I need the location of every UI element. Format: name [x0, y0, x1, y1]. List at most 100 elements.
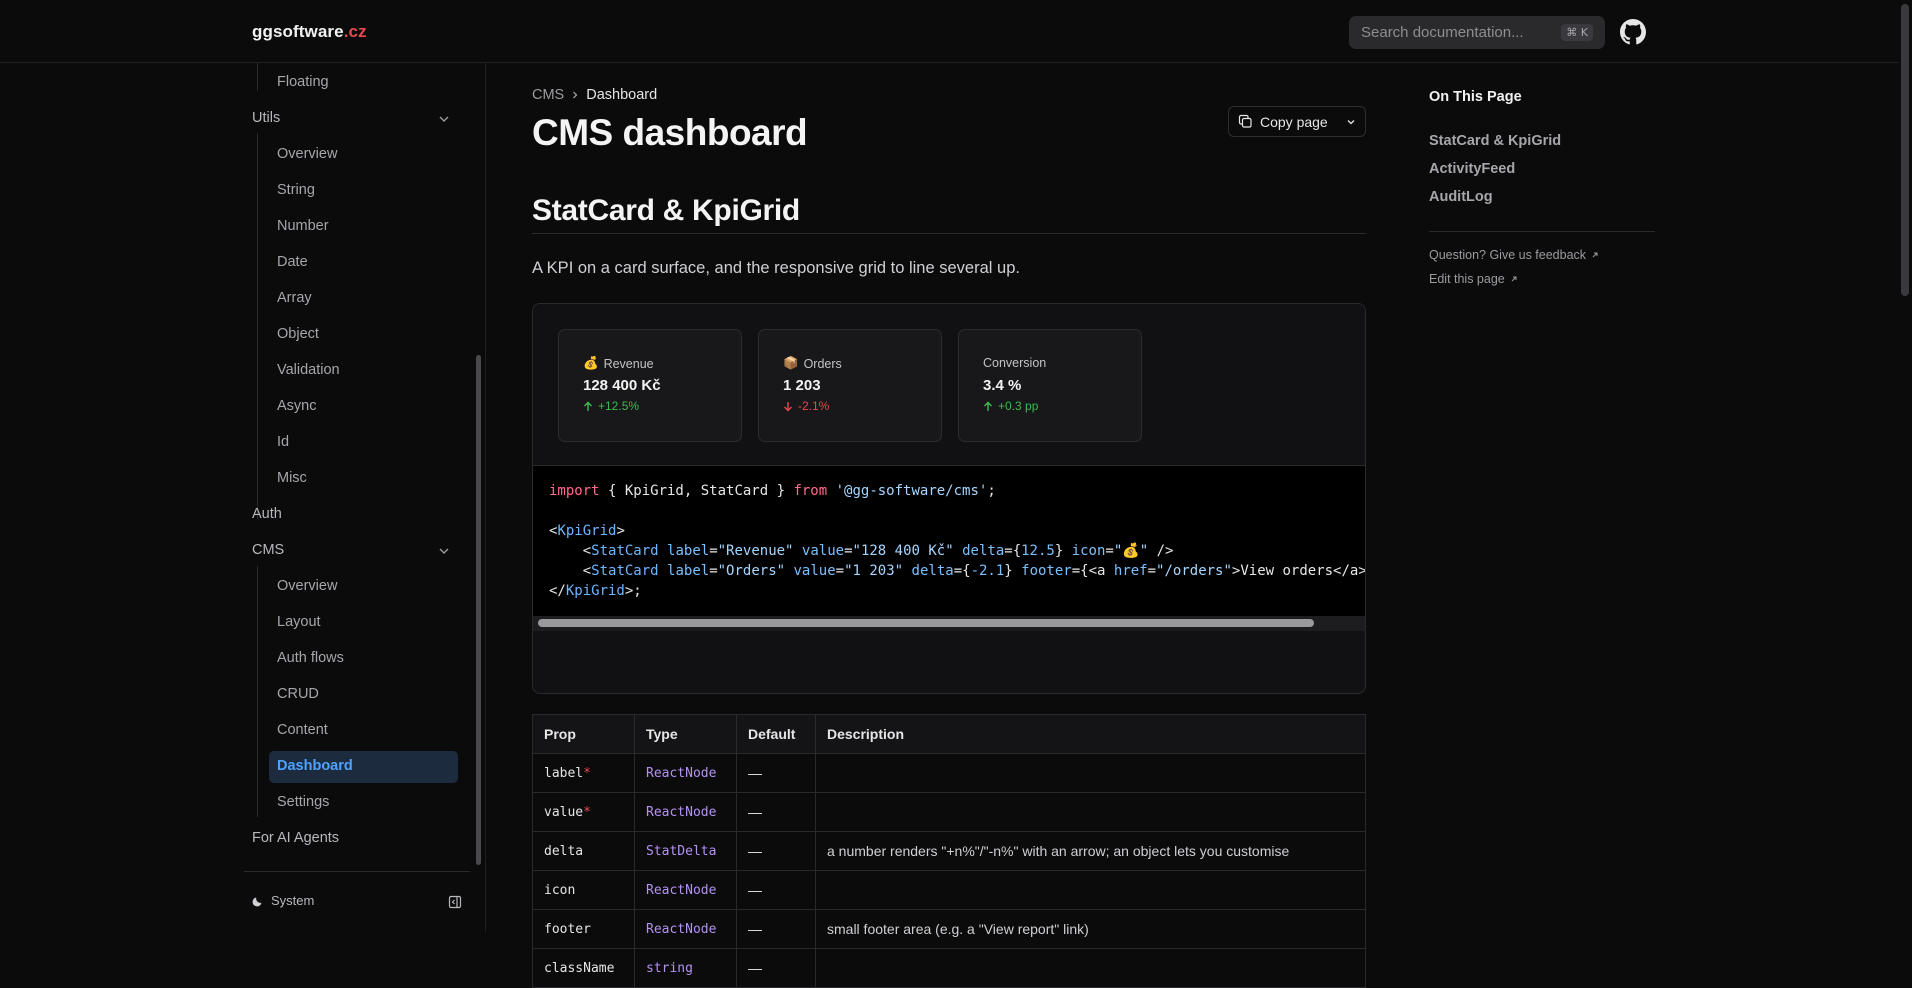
arrow-up-icon	[984, 401, 992, 411]
code-block[interactable]: import { KpiGrid, StatCard } from '@gg-s…	[533, 465, 1365, 631]
code-content: import { KpiGrid, StatCard } from '@gg-s…	[549, 481, 1365, 601]
sidebar-tree-line	[257, 566, 258, 817]
prop-default: —	[736, 870, 816, 910]
page-scrollbar-thumb[interactable]	[1901, 4, 1909, 296]
toc-title: On This Page	[1429, 89, 1522, 105]
arrow-up-icon	[584, 401, 592, 411]
sidebar-item-for-ai-agents[interactable]: For AI Agents	[252, 830, 339, 846]
sidebar-item-layout[interactable]: Layout	[277, 614, 321, 630]
example-block: 💰 Revenue 128 400 Kč +12.5% 📦 Orders 1 203…	[532, 303, 1366, 694]
prop-default: —	[736, 792, 816, 832]
prop-name-text: value	[544, 804, 584, 820]
chevron-down-icon[interactable]	[438, 545, 450, 557]
section-lead: A KPI on a card surface, and the respons…	[532, 259, 1020, 277]
prop-name: label*	[532, 753, 635, 793]
table-header: Prop	[532, 714, 635, 754]
breadcrumb: CMS Dashboard	[532, 87, 657, 103]
site-logo[interactable]: ggsoftware.cz	[252, 22, 367, 42]
sidebar-item-utils[interactable]: Utils	[252, 110, 280, 126]
prop-name-text: label	[544, 765, 584, 781]
toc-link-statcard[interactable]: StatCard & KpiGrid	[1429, 133, 1561, 149]
breadcrumb-parent[interactable]: CMS	[532, 87, 564, 103]
external-link-icon	[1592, 252, 1598, 258]
props-table: Prop Type Default Description label* Rea…	[532, 714, 1366, 988]
stat-card-delta-text: -2.1%	[798, 399, 830, 413]
sidebar-item-content[interactable]: Content	[277, 722, 328, 738]
prop-name: footer	[532, 909, 635, 949]
toc-divider	[1429, 231, 1655, 232]
sidebar-item-cms-overview[interactable]: Overview	[277, 578, 337, 594]
top-bar: ggsoftware.cz Search documentation... ⌘ …	[0, 0, 1912, 63]
sidebar-scrollbar[interactable]	[476, 355, 481, 865]
prop-default: —	[736, 753, 816, 793]
prop-type: string	[634, 948, 737, 988]
sidebar-item-utils-overview[interactable]: Overview	[277, 146, 337, 162]
sidebar-item-floating[interactable]: Floating	[277, 74, 329, 90]
edit-page-link[interactable]: Edit this page	[1429, 272, 1518, 286]
sidebar-footer-divider	[244, 871, 470, 872]
sidebar-item-object[interactable]: Object	[277, 326, 319, 342]
sidebar-item-number[interactable]: Number	[277, 218, 329, 234]
example-preview: 💰 Revenue 128 400 Kč +12.5% 📦 Orders 1 203…	[533, 304, 1365, 465]
code-scrollbar-thumb[interactable]	[538, 619, 1314, 627]
sidebar-nav: Floating Utils Overview String Number Da…	[244, 63, 470, 870]
code-line: <StatCard label="Revenue" value="128 400…	[549, 543, 1174, 559]
toc-link-auditlog[interactable]: AuditLog	[1429, 189, 1493, 205]
sidebar-item-date[interactable]: Date	[277, 254, 308, 270]
chevron-down-icon	[1347, 119, 1355, 124]
feedback-link[interactable]: Question? Give us feedback	[1429, 248, 1599, 262]
stat-card-value: 3.4 %	[983, 377, 1022, 394]
sidebar-item-id[interactable]: Id	[277, 434, 289, 450]
chevron-right-icon	[573, 91, 578, 99]
code-line: <KpiGrid>	[549, 523, 625, 539]
sidebar-item-cms[interactable]: CMS	[252, 542, 284, 558]
table-row: label* ReactNode —	[532, 753, 1366, 793]
copy-page-button[interactable]: Copy page	[1228, 106, 1366, 137]
required-marker: *	[583, 765, 591, 781]
sidebar-collapse-icon[interactable]	[448, 895, 462, 909]
sidebar-item-auth-flows[interactable]: Auth flows	[277, 650, 344, 666]
github-icon[interactable]	[1620, 19, 1646, 45]
prop-description: a number renders "+n%"/"-n%" with an arr…	[815, 831, 1366, 871]
chevron-down-icon[interactable]	[438, 113, 450, 125]
prop-name: value*	[532, 792, 635, 832]
sidebar-item-validation[interactable]: Validation	[277, 362, 340, 378]
prop-default: —	[736, 948, 816, 988]
moon-icon	[252, 897, 262, 906]
sidebar-item-array[interactable]: Array	[277, 290, 312, 306]
sidebar-item-settings[interactable]: Settings	[277, 794, 329, 810]
sidebar-item-string[interactable]: String	[277, 182, 315, 198]
arrow-down-icon	[784, 401, 792, 411]
table-row: icon ReactNode —	[532, 870, 1366, 910]
sidebar-item-misc[interactable]: Misc	[277, 470, 307, 486]
prop-type: StatDelta	[634, 831, 737, 871]
prop-default: —	[736, 909, 816, 949]
stat-card-label: Conversion	[983, 356, 1046, 370]
table-row: className string —	[532, 948, 1366, 988]
prop-description	[815, 948, 1366, 988]
sidebar-item-auth[interactable]: Auth	[252, 506, 282, 522]
theme-label: System	[271, 893, 315, 908]
prop-name: icon	[532, 870, 635, 910]
prop-type: ReactNode	[634, 753, 737, 793]
logo-name: ggsoftware	[252, 22, 344, 41]
theme-toggle[interactable]: System	[252, 893, 314, 908]
prop-name: delta	[532, 831, 635, 871]
stat-card-label-text: Orders	[803, 356, 842, 371]
toc-link-activityfeed[interactable]: ActivityFeed	[1429, 161, 1515, 177]
search-shortcut: ⌘ K	[1561, 24, 1593, 41]
logo-tld: .cz	[343, 22, 367, 41]
prop-type: ReactNode	[634, 792, 737, 832]
edit-page-label: Edit this page	[1429, 272, 1505, 286]
prop-name: className	[532, 948, 635, 988]
prop-type: ReactNode	[634, 870, 737, 910]
sidebar-item-dashboard[interactable]: Dashboard	[277, 758, 353, 774]
table-row: footer ReactNode — small footer area (e.…	[532, 909, 1366, 949]
search-input[interactable]: Search documentation... ⌘ K	[1349, 16, 1605, 49]
table-row: value* ReactNode —	[532, 792, 1366, 832]
feedback-label: Question? Give us feedback	[1429, 248, 1587, 262]
sidebar-item-async[interactable]: Async	[277, 398, 317, 414]
sidebar-tree-line	[257, 133, 258, 519]
stat-card-revenue: 💰 Revenue 128 400 Kč +12.5%	[558, 329, 742, 442]
sidebar-item-crud[interactable]: CRUD	[277, 686, 319, 702]
